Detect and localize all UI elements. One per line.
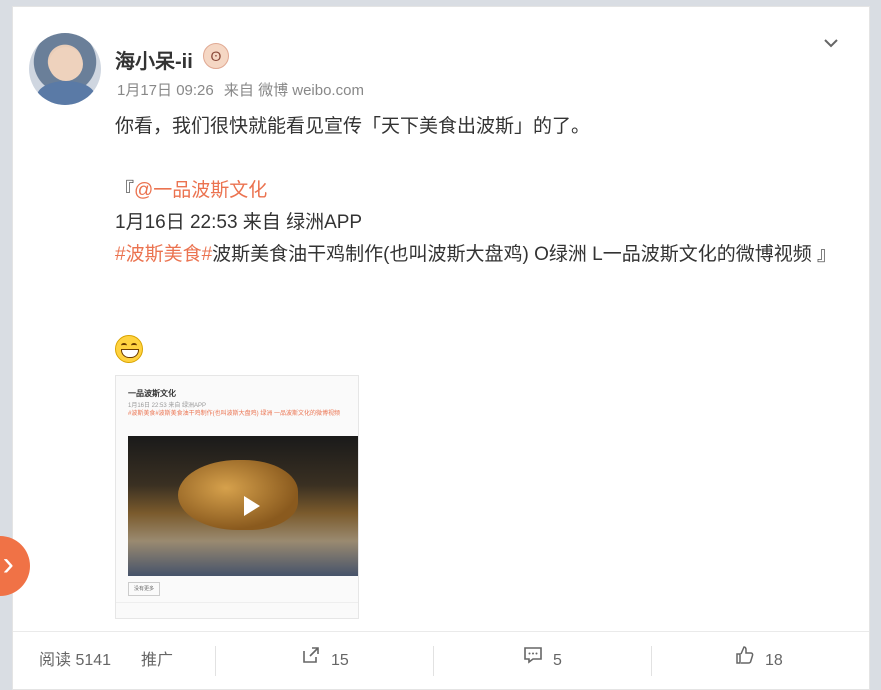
repost-body-text: 波斯美食油干鸡制作(也叫波斯大盘鸡) O绿洲 L一品波斯文化的微博视频 』 xyxy=(212,244,836,265)
post-text: 你看，我们很快就能看见宣传「天下美食出波斯」的了。 xyxy=(115,116,591,137)
repost-block: 『@一品波斯文化 1月16日 22:53 来自 绿洲APP #波斯美食#波斯美食… xyxy=(115,175,855,271)
comment-icon xyxy=(523,632,543,690)
chevron-down-icon[interactable] xyxy=(821,33,841,53)
footer-divider xyxy=(215,646,216,676)
repost-time: 1月16日 22:53 来自 绿洲APP xyxy=(115,212,363,233)
play-icon xyxy=(244,496,260,516)
repost-body: #波斯美食#波斯美食油干鸡制作(也叫波斯大盘鸡) O绿洲 L一品波斯文化的微博视… xyxy=(115,239,855,271)
like-count: 18 xyxy=(765,652,783,670)
avatar-body xyxy=(37,81,95,105)
weibo-post-card: 海小呆-ii ʘ 1月17日 09:26 来自 微博 weibo.com 你看，… xyxy=(12,6,870,690)
repost-hashtag-link[interactable]: #波斯美食# xyxy=(115,244,212,265)
thumbnail-action-bar xyxy=(116,602,358,618)
thumbnail-text: #波斯美食#波斯美食油干鸡制作(也叫波斯大盘鸡) 绿洲 一品波斯文化的微博视频 xyxy=(128,411,341,417)
thumbnail-video xyxy=(128,436,358,576)
avatar[interactable] xyxy=(29,33,101,105)
thumbnail-username: 一品波斯文化 xyxy=(128,389,176,398)
post-date[interactable]: 1月17日 09:26 xyxy=(117,82,214,99)
forward-button[interactable]: 15 xyxy=(301,632,349,690)
thumbnail-button: 没有更多 xyxy=(128,582,160,596)
username[interactable]: 海小呆-ii xyxy=(115,45,193,74)
read-count: 阅读 5141 xyxy=(39,632,111,690)
thumbnail-chicken-image xyxy=(178,460,298,530)
emoji-mouth xyxy=(121,349,139,358)
footer-divider xyxy=(433,646,434,676)
repost-mention-link[interactable]: @一品波斯文化 xyxy=(134,180,267,201)
thumbs-up-icon xyxy=(735,632,755,690)
post-source: 来自 微博 weibo.com xyxy=(223,82,364,99)
read-count-value: 5141 xyxy=(75,652,112,669)
laughing-emoji-icon xyxy=(115,335,143,363)
comment-button[interactable]: 5 xyxy=(523,632,562,690)
promote-link[interactable]: 推广 xyxy=(141,632,173,690)
avatar-face xyxy=(49,47,83,81)
post-meta: 1月17日 09:26 来自 微博 weibo.com xyxy=(117,79,370,100)
share-icon xyxy=(301,632,321,690)
comment-count: 5 xyxy=(553,652,562,670)
read-count-label: 阅读 xyxy=(39,652,72,669)
video-screenshot-thumbnail[interactable]: 一品波斯文化 1月16日 22:53 来自 绿洲APP #波斯美食#波斯美食油干… xyxy=(115,375,359,619)
footer-divider xyxy=(651,646,652,676)
thumbnail-meta: 1月16日 22:53 来自 绿洲APP xyxy=(128,403,207,409)
repost-header: 『@一品波斯文化 xyxy=(115,175,855,207)
like-button[interactable]: 18 xyxy=(735,632,783,690)
forward-count: 15 xyxy=(331,652,349,670)
user-badge-icon: ʘ xyxy=(203,43,229,69)
repost-open-bracket: 『 xyxy=(115,180,135,201)
post-footer: 阅读 5141 推广 15 5 18 xyxy=(13,631,869,690)
